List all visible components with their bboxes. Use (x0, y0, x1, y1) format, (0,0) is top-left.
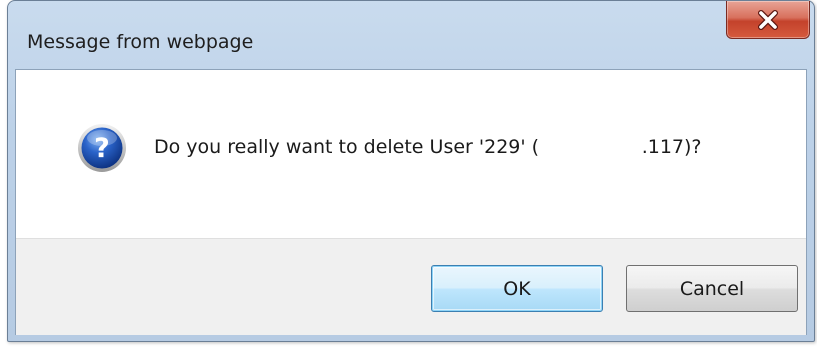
message-text: Do you really want to delete User '229' … (154, 136, 702, 158)
dialog-title: Message from webpage (27, 31, 254, 53)
svg-text:?: ? (94, 133, 110, 164)
question-icon: ? (77, 123, 127, 173)
cancel-button[interactable]: Cancel (626, 265, 798, 312)
ok-button[interactable]: OK (431, 265, 603, 312)
close-icon (727, 1, 809, 38)
message-dialog: Message from webpage ? Do you really wan… (7, 0, 815, 342)
message-area: ? Do you really want to delete User '229… (16, 70, 806, 238)
close-button[interactable] (726, 1, 810, 39)
button-bar: OK Cancel (16, 238, 806, 335)
dialog-body: ? Do you really want to delete User '229… (15, 69, 807, 335)
